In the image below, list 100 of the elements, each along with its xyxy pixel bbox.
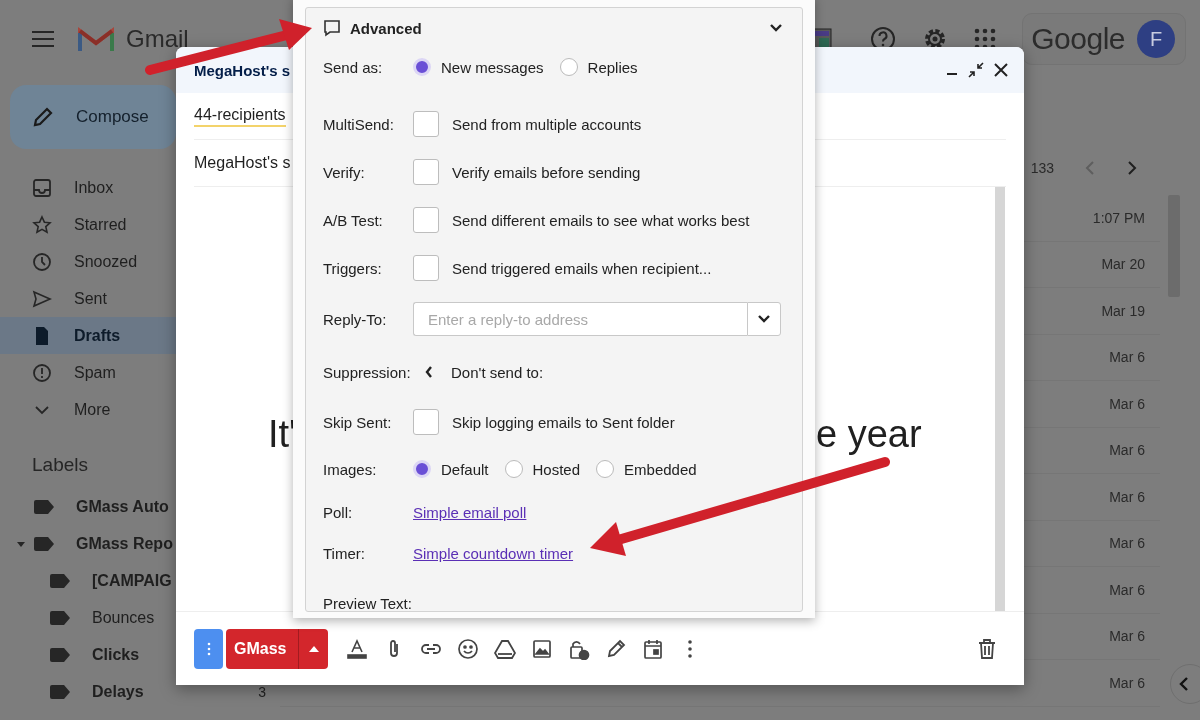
checkbox-label: Send different emails to see what works best bbox=[452, 211, 750, 229]
chevron-icon bbox=[758, 315, 770, 323]
label-icon bbox=[50, 610, 70, 625]
label-count: 3 bbox=[258, 683, 266, 700]
next-icon[interactable] bbox=[1126, 160, 1138, 176]
message-date: 1:07 PM bbox=[1092, 209, 1145, 226]
app-name: Gmail bbox=[126, 25, 189, 53]
label-item[interactable]: GMass Auto bbox=[0, 488, 280, 525]
message-date: Mar 6 bbox=[1109, 442, 1145, 459]
radio-button[interactable] bbox=[559, 58, 578, 76]
option-label: Preview Text: bbox=[323, 595, 413, 611]
radio-button[interactable] bbox=[413, 460, 431, 478]
inbox-icon bbox=[32, 177, 52, 198]
close-icon[interactable] bbox=[994, 63, 1008, 77]
label-icon bbox=[50, 573, 70, 588]
labels-heading: Labels bbox=[32, 454, 89, 476]
reply-to-field[interactable]: Enter a reply-to address bbox=[413, 302, 747, 336]
message-date: Mar 6 bbox=[1109, 488, 1145, 505]
body-text: It' bbox=[268, 413, 297, 456]
options-button[interactable] bbox=[194, 628, 223, 669]
label-icon bbox=[50, 647, 70, 662]
menu-icon[interactable] bbox=[32, 31, 54, 47]
body-text: e year bbox=[816, 413, 922, 456]
checkbox-label: Send triggered emails when recipient... bbox=[452, 259, 712, 277]
option-label: Send as: bbox=[323, 58, 384, 76]
checkbox[interactable] bbox=[413, 111, 439, 137]
more-icon bbox=[206, 641, 211, 656]
suppression-text: Don't send to: bbox=[451, 363, 544, 381]
nav-item[interactable]: Spam bbox=[0, 354, 230, 391]
star-icon bbox=[32, 214, 52, 235]
radio-option[interactable]: Hosted bbox=[504, 460, 581, 478]
option-label: Reply-To: bbox=[323, 310, 388, 328]
avatar[interactable]: F bbox=[1137, 20, 1175, 58]
option-label: Triggers: bbox=[323, 259, 383, 277]
text-color-icon[interactable] bbox=[346, 637, 369, 660]
label-icon bbox=[50, 684, 70, 699]
mail-logo bbox=[78, 25, 114, 53]
radio-option[interactable]: Replies bbox=[559, 58, 638, 76]
message-date: Mar 6 bbox=[1109, 581, 1145, 598]
send-button[interactable]: GMass bbox=[226, 628, 300, 669]
checkbox[interactable] bbox=[413, 409, 439, 435]
account-chip[interactable]: Google F bbox=[1022, 13, 1186, 65]
message-count: 133 bbox=[1030, 160, 1054, 176]
chevron-left-icon[interactable] bbox=[425, 366, 433, 378]
label-item[interactable]: GMass Repo bbox=[0, 525, 280, 562]
checkbox[interactable] bbox=[413, 159, 439, 185]
checkbox-label: Skip logging emails to Sent folder bbox=[452, 413, 675, 431]
message-date: Mar 6 bbox=[1109, 674, 1145, 691]
label-item[interactable]: Delays 3 bbox=[0, 673, 280, 710]
checkbox-label: Send from multiple accounts bbox=[452, 115, 642, 133]
radio-button[interactable] bbox=[504, 460, 523, 478]
comment-icon bbox=[323, 19, 341, 37]
message-date: Mar 6 bbox=[1109, 395, 1145, 412]
option-label: Verify: bbox=[323, 163, 366, 181]
scrollbar[interactable] bbox=[995, 187, 1005, 611]
option-label: MultiSend: bbox=[323, 115, 395, 133]
alert-icon bbox=[32, 362, 52, 383]
nav-item[interactable]: More bbox=[0, 391, 230, 428]
trash-icon[interactable] bbox=[978, 638, 996, 659]
radio-option[interactable]: New messages bbox=[413, 58, 544, 76]
radio-option[interactable]: Embedded bbox=[596, 460, 697, 478]
label-icon bbox=[34, 499, 54, 514]
message-date: Mar 6 bbox=[1109, 349, 1145, 366]
panel-title: Advanced bbox=[350, 19, 422, 37]
chevron-left-icon bbox=[1179, 677, 1189, 691]
message-date: Mar 6 bbox=[1109, 628, 1145, 645]
nav-item[interactable]: Snoozed bbox=[0, 243, 230, 280]
radio-option[interactable]: Default bbox=[413, 460, 489, 478]
checkbox[interactable] bbox=[413, 207, 439, 233]
message-date: Mar 6 bbox=[1109, 535, 1145, 552]
triangle-icon[interactable] bbox=[494, 637, 517, 660]
option-label: Poll: bbox=[323, 504, 354, 521]
send-icon bbox=[32, 288, 52, 309]
brand-text: Google bbox=[1031, 22, 1125, 56]
message-date: Mar 19 bbox=[1101, 302, 1145, 319]
image-icon[interactable] bbox=[531, 637, 554, 660]
checkbox-label: Verify emails before sending bbox=[452, 163, 641, 181]
pencil-icon bbox=[32, 106, 54, 128]
exit-fullscreen-icon[interactable] bbox=[968, 62, 984, 78]
option-link[interactable]: Simple countdown timer bbox=[413, 545, 574, 562]
compose-title: MegaHost's s bbox=[194, 61, 291, 79]
nav-item[interactable]: Sent bbox=[0, 280, 230, 317]
label-item[interactable]: [CAMPAIG bbox=[0, 562, 280, 599]
calendar-icon[interactable] bbox=[642, 637, 665, 660]
label-icon bbox=[34, 536, 54, 551]
dropdown-button[interactable] bbox=[747, 302, 781, 336]
emoji-icon[interactable] bbox=[457, 637, 480, 660]
recipients-chip[interactable]: 44-recipients bbox=[194, 105, 286, 127]
pencil-icon[interactable] bbox=[605, 637, 628, 660]
radio-button[interactable] bbox=[413, 58, 431, 76]
option-link[interactable]: Simple email poll bbox=[413, 504, 527, 521]
nav-item[interactable]: Starred bbox=[0, 206, 230, 243]
compose-button[interactable]: Compose bbox=[10, 85, 176, 149]
send-options-button[interactable] bbox=[299, 628, 329, 669]
checkbox[interactable] bbox=[413, 255, 439, 281]
option-label: Skip Sent: bbox=[323, 413, 393, 431]
subject-text: MegaHost's s bbox=[194, 154, 291, 172]
radio-button[interactable] bbox=[596, 460, 615, 478]
collapse-button[interactable] bbox=[1170, 664, 1200, 704]
chevron-icon[interactable] bbox=[770, 24, 782, 32]
